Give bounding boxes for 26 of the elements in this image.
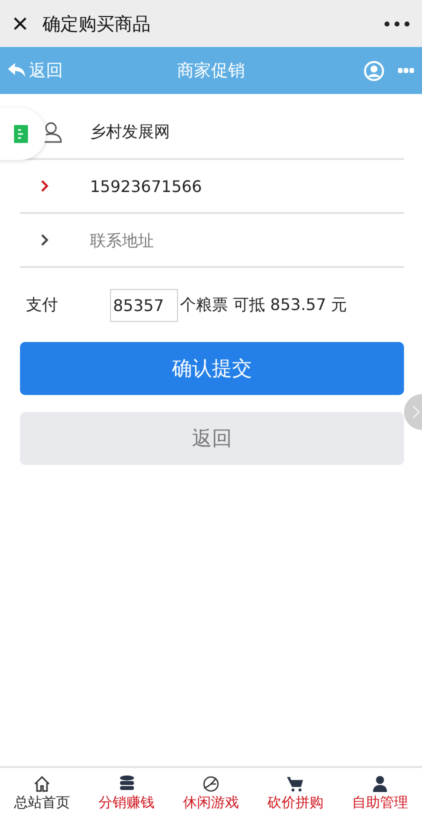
user-icon xyxy=(372,775,388,793)
home-icon xyxy=(33,775,52,793)
amount-field[interactable]: 85357 xyxy=(110,288,178,322)
tab-bar-item[interactable]: 休闲游戏 xyxy=(168,768,254,819)
cart-icon xyxy=(286,775,304,793)
pay-label: 支付 xyxy=(25,294,59,316)
globe-icon xyxy=(202,775,220,793)
text-field[interactable]: 联系地址 xyxy=(88,230,404,250)
window-title: 确定购买商品 xyxy=(42,12,152,36)
amount-note: 个粮票 可抵 853.57 元 xyxy=(180,294,348,316)
page-title: 商家促销 xyxy=(176,60,246,82)
text-field[interactable]: 乡村发展网 xyxy=(88,122,404,142)
submit-button[interactable]: 确认提交 xyxy=(20,342,404,395)
reply-arrow-icon xyxy=(8,63,26,78)
more-icon[interactable] xyxy=(384,20,410,26)
chevron-icon xyxy=(412,405,420,419)
tab-bar-item[interactable]: 总站首页 xyxy=(0,768,84,819)
tab-bar-item[interactable]: 砍价拼购 xyxy=(253,768,338,819)
tab-bar-item[interactable]: 自助管理 xyxy=(338,768,422,819)
back-button[interactable]: 返回 xyxy=(20,412,404,465)
text-field[interactable]: 15923671566 xyxy=(88,176,404,196)
user-circle-icon[interactable] xyxy=(364,60,384,80)
document-icon xyxy=(14,125,28,143)
close-button[interactable]: × xyxy=(12,10,28,38)
tab-bar-item[interactable]: 分销赚钱 xyxy=(84,768,169,819)
coin-stack-icon xyxy=(118,775,135,793)
